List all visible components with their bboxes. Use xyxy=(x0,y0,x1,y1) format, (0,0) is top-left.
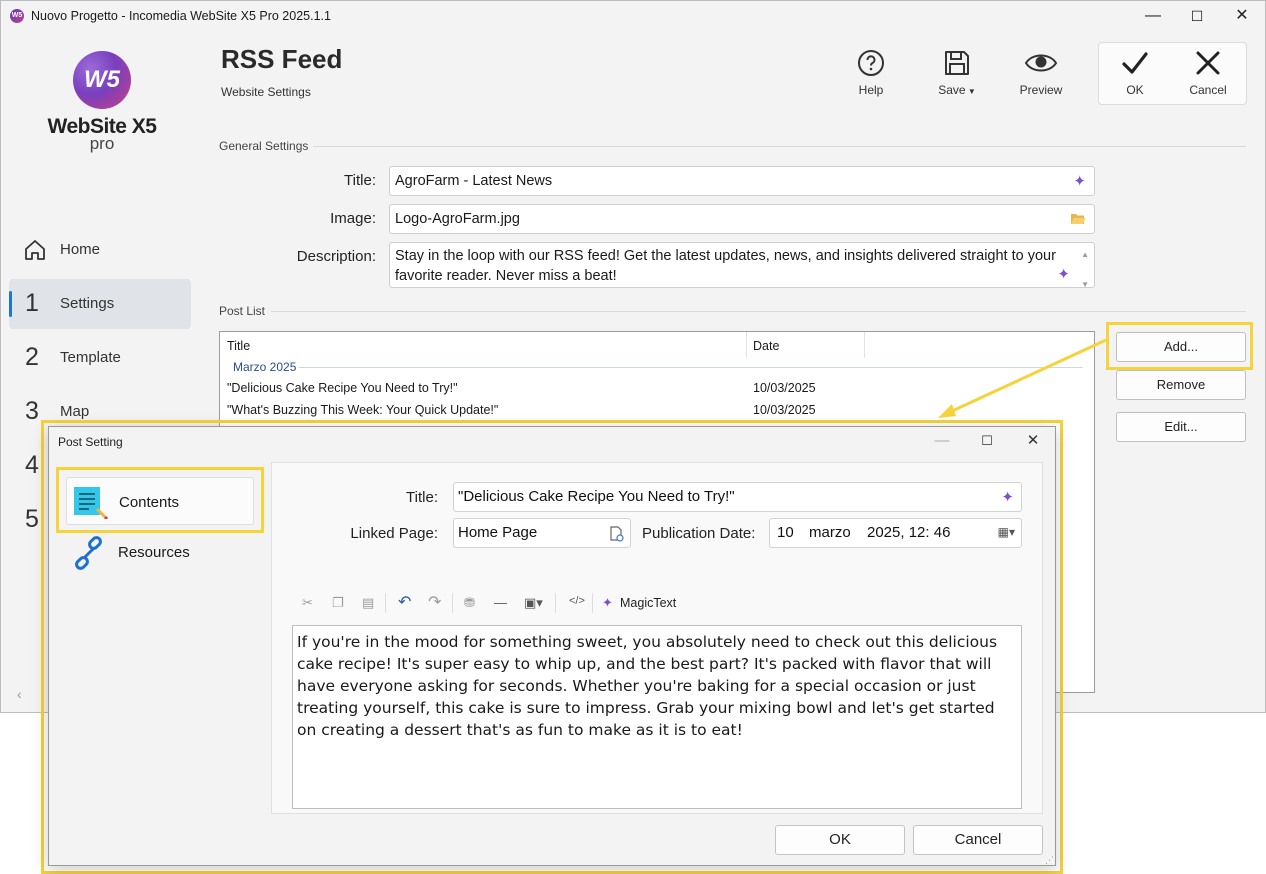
link-icon xyxy=(75,536,102,570)
dialog-title: Post Setting xyxy=(58,435,123,449)
post-setting-dialog: Post Setting — ☐ ✕ Contents Resources Ti… xyxy=(48,426,1056,866)
toolbar-separator xyxy=(592,593,593,613)
contents-panel: Title: "Delicious Cake Recipe You Need t… xyxy=(271,462,1043,814)
pub-month[interactable]: marzo xyxy=(809,524,851,541)
redo-icon[interactable]: ↷ xyxy=(428,592,441,612)
horizontal-line-icon[interactable]: — xyxy=(494,595,507,610)
image-icon[interactable]: ▣▾ xyxy=(524,595,543,611)
magictext-icon: ✦ xyxy=(602,595,613,610)
magictext-button[interactable]: MagicText xyxy=(620,596,676,610)
calendar-dropdown-icon[interactable]: ▦▾ xyxy=(998,525,1015,539)
toolbar-separator xyxy=(452,593,453,613)
post-title-input[interactable]: "Delicious Cake Recipe You Need to Try!"… xyxy=(453,482,1022,512)
copy-icon[interactable]: ❐ xyxy=(332,595,344,611)
undo-icon[interactable]: ↶ xyxy=(398,592,411,612)
linked-page-value: Home Page xyxy=(458,524,538,541)
contents-tab-highlight xyxy=(56,467,264,533)
paste-icon[interactable]: ▤ xyxy=(362,595,374,611)
pub-day[interactable]: 10 xyxy=(777,524,794,541)
publication-date-label: Publication Date: xyxy=(642,525,756,542)
post-title-value: "Delicious Cake Recipe You Need to Try!" xyxy=(458,488,735,505)
post-title-label: Title: xyxy=(406,489,438,506)
post-body-editor[interactable]: If you're in the mood for something swee… xyxy=(292,625,1022,809)
cut-icon[interactable]: ✂ xyxy=(302,595,313,611)
page-link-icon[interactable] xyxy=(610,526,624,542)
sparkle-icon[interactable]: ✦ xyxy=(1001,488,1014,506)
tab-resources[interactable]: Resources xyxy=(66,532,254,572)
pub-year-time[interactable]: 2025, 12: 46 xyxy=(867,524,950,541)
linked-page-input[interactable]: Home Page xyxy=(453,518,631,548)
post-body-text: If you're in the mood for something swee… xyxy=(297,633,998,739)
dialog-minimize-button: — xyxy=(934,432,950,449)
dialog-close-button[interactable]: ✕ xyxy=(1010,427,1056,455)
dialog-ok-button[interactable]: OK xyxy=(775,825,905,855)
html-code-icon[interactable]: </> xyxy=(569,595,585,607)
toolbar-separator xyxy=(385,593,386,613)
linked-page-label: Linked Page: xyxy=(350,525,438,542)
dialog-maximize-button[interactable]: ☐ xyxy=(964,427,1010,455)
toolbar-separator xyxy=(555,593,556,613)
publication-date-picker[interactable]: 10 marzo 2025, 12: 46 ▦▾ xyxy=(769,518,1022,548)
tab-resources-label: Resources xyxy=(118,544,190,561)
resize-grip-icon[interactable]: ⋰ xyxy=(1045,855,1054,866)
dialog-cancel-button[interactable]: Cancel xyxy=(913,825,1043,855)
stamp-icon[interactable]: ⛃ xyxy=(464,595,475,611)
